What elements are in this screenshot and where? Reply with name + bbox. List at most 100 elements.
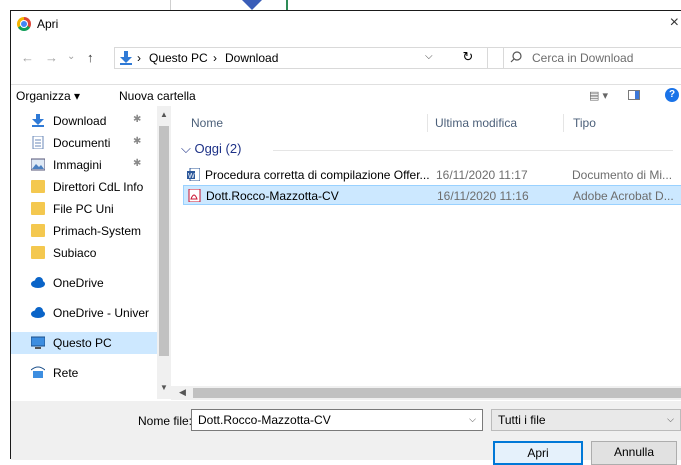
navigation-bar: ← → ⌄ ↑ › Questo PC › Download ⌵ ↻ Cerca…	[11, 41, 681, 73]
sidebar-item-questo-pc[interactable]: Questo PC	[11, 332, 157, 354]
scroll-down-icon[interactable]: ▼	[160, 383, 168, 392]
filename-value: Dott.Rocco-Mazzotta-CV	[198, 413, 331, 427]
refresh-button[interactable]: ↻	[457, 47, 479, 69]
sidebar-item-onedrive[interactable]: OneDrive	[11, 272, 157, 294]
close-button[interactable]: ×	[670, 14, 679, 32]
sidebar-item-direttori[interactable]: Direttori CdL Info	[11, 176, 157, 198]
sidebar-item-rete[interactable]: Rete	[11, 362, 157, 384]
navigation-pane[interactable]: Download ✱ Documenti ✱ Immagini ✱ Dirett…	[11, 106, 157, 399]
folder-icon	[31, 180, 45, 193]
file-row[interactable]: W Procedura corretta di compilazione Off…	[183, 165, 681, 185]
computer-icon	[31, 336, 45, 349]
cloud-icon	[31, 277, 45, 288]
help-icon[interactable]: ?	[665, 88, 679, 102]
file-row-selected[interactable]: Dott.Rocco-Mazzotta-CV 16/11/2020 11:16 …	[183, 185, 681, 205]
chevron-down-icon[interactable]: ⌵	[425, 51, 433, 62]
dialog-title: Apri	[37, 17, 59, 31]
scroll-left-icon[interactable]: ◀	[179, 387, 186, 398]
sidebar-item-label: Subiaco	[53, 246, 97, 260]
view-options-button[interactable]: ▤ ▾	[589, 89, 608, 102]
file-date: 16/11/2020 11:16	[437, 189, 529, 203]
image-icon	[31, 158, 45, 171]
breadcrumb-questo-pc[interactable]: Questo PC	[149, 51, 208, 65]
file-type-filter[interactable]: Tutti i file ⌵	[491, 409, 681, 431]
column-header-type[interactable]: Tipo	[573, 116, 596, 130]
column-header-modified[interactable]: Ultima modifica	[435, 116, 517, 130]
address-bar[interactable]: › Questo PC › Download ⌵	[114, 47, 504, 69]
pdf-icon	[188, 189, 201, 202]
scroll-up-icon[interactable]: ▲	[160, 110, 168, 119]
file-type: Adobe Acrobat D...	[573, 189, 674, 203]
sidebar-item-label: Rete	[53, 366, 79, 380]
sidebar-item-label: Immagini	[53, 158, 102, 172]
open-button[interactable]: Apri	[493, 441, 583, 465]
column-separator	[427, 114, 428, 132]
breadcrumb-download[interactable]: Download	[225, 51, 278, 65]
sidebar-item-label: File PC Uni	[53, 202, 114, 216]
column-separator	[563, 114, 564, 132]
back-button[interactable]: ←	[21, 50, 34, 65]
title-bar: Apri ×	[11, 11, 681, 39]
file-date: 16/11/2020 11:17	[436, 168, 528, 182]
download-icon	[120, 51, 132, 65]
sidebar-item-label: Download	[53, 114, 107, 128]
sidebar-item-label: Questo PC	[53, 336, 112, 350]
chevron-down-icon[interactable]: ⌵	[667, 414, 674, 425]
search-icon	[510, 51, 522, 63]
preview-pane-icon[interactable]	[628, 90, 640, 100]
file-name: Procedura corretta di compilazione Offer…	[205, 168, 430, 182]
sidebar-item-label: Primach-System	[53, 224, 142, 238]
search-input[interactable]: Cerca in Download	[487, 47, 681, 69]
navigation-pane-scrollbar[interactable]: ▲ ▼	[157, 106, 171, 399]
file-type: Documento di Mi...	[572, 168, 673, 182]
forward-button[interactable]: →	[45, 50, 58, 65]
command-toolbar: Organizza ▾ Nuova cartella ▤ ▾ ?	[11, 84, 681, 106]
download-icon	[32, 114, 44, 127]
folder-icon	[31, 202, 45, 215]
sidebar-item-documenti[interactable]: Documenti ✱	[11, 132, 157, 154]
pin-icon: ✱	[133, 158, 142, 169]
filter-value: Tutti i file	[498, 413, 546, 427]
sidebar-item-label: Direttori CdL Info	[53, 180, 144, 194]
sidebar-item-subiaco[interactable]: Subiaco	[11, 242, 157, 264]
search-placeholder: Cerca in Download	[532, 51, 634, 65]
up-button[interactable]: ↑	[87, 50, 94, 65]
sidebar-item-download[interactable]: Download ✱	[11, 110, 157, 132]
document-icon	[32, 136, 44, 149]
svg-text:W: W	[188, 173, 195, 180]
filename-input[interactable]: Dott.Rocco-Mazzotta-CV ⌵	[191, 409, 483, 431]
sidebar-item-immagini[interactable]: Immagini ✱	[11, 154, 157, 176]
pin-icon: ✱	[133, 114, 142, 125]
cloud-icon	[31, 307, 45, 318]
group-divider	[273, 150, 673, 151]
chrome-icon	[17, 17, 31, 31]
sidebar-item-label: OneDrive	[53, 276, 104, 290]
group-header-today[interactable]: ⌵ Oggi (2)	[181, 141, 241, 157]
column-header-name[interactable]: Nome	[191, 116, 223, 130]
folder-icon	[31, 224, 45, 237]
background-window	[0, 0, 681, 10]
sidebar-item-file-pc-uni[interactable]: File PC Uni	[11, 198, 157, 220]
sidebar-item-onedrive-univer[interactable]: OneDrive - Univer	[11, 302, 157, 324]
chevron-down-icon[interactable]: ⌵	[469, 414, 476, 425]
filename-label: Nome file:	[138, 414, 193, 428]
scrollbar-thumb[interactable]	[193, 388, 681, 398]
breadcrumb-separator: ›	[213, 51, 217, 65]
cancel-button[interactable]: Annulla	[591, 441, 677, 465]
pin-icon: ✱	[133, 136, 142, 147]
file-list-horizontal-scrollbar[interactable]: ◀	[171, 386, 681, 400]
breadcrumb-separator: ›	[137, 51, 141, 65]
open-file-dialog: Apri × ← → ⌄ ↑ › Questo PC › Download ⌵ …	[10, 10, 681, 465]
sidebar-item-primach[interactable]: Primach-System	[11, 220, 157, 242]
file-name: Dott.Rocco-Mazzotta-CV	[206, 189, 339, 203]
sidebar-item-label: Documenti	[53, 136, 111, 150]
dialog-footer: Nome file: Dott.Rocco-Mazzotta-CV ⌵ Tutt…	[11, 401, 681, 465]
scrollbar-thumb[interactable]	[159, 126, 169, 356]
network-icon	[31, 366, 45, 378]
sidebar-item-label: OneDrive - Univer	[53, 306, 150, 320]
new-folder-button[interactable]: Nuova cartella	[119, 89, 196, 103]
organize-menu[interactable]: Organizza ▾	[16, 89, 80, 103]
folder-icon	[31, 246, 45, 259]
recent-locations-button[interactable]: ⌄	[67, 51, 75, 62]
file-list: Nome Ultima modifica Tipo ⌵ Oggi (2) W P…	[171, 106, 681, 386]
